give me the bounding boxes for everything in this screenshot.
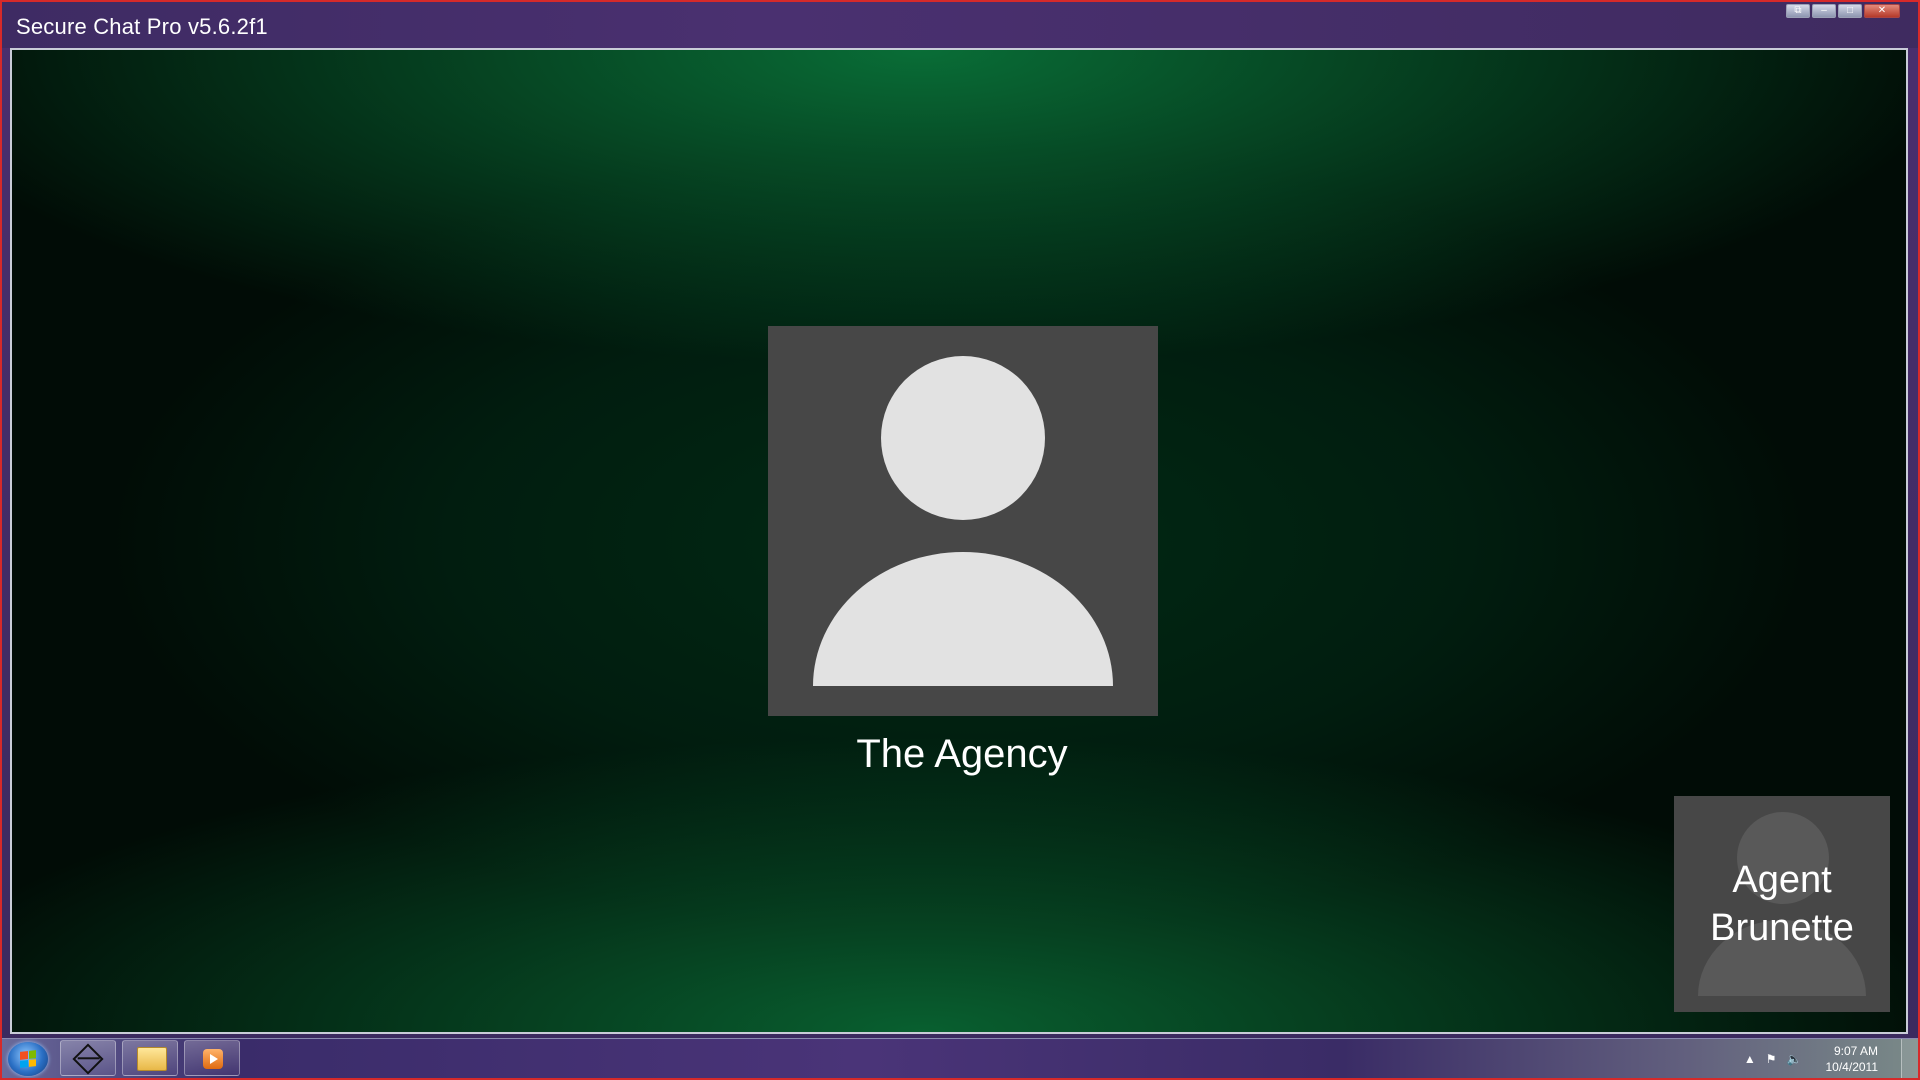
taskbar: ▲ ⚑ 🔈 9:07 AM 10/4/2011 <box>2 1038 1918 1078</box>
taskbar-item-explorer[interactable] <box>122 1040 178 1076</box>
windows-logo-icon <box>20 1050 36 1068</box>
app-window: Secure Chat Pro v5.6.2f1 ⧉ – □ ✕ The Age… <box>2 2 1918 1038</box>
close-button[interactable]: ✕ <box>1864 4 1900 18</box>
window-title: Secure Chat Pro v5.6.2f1 <box>16 14 268 39</box>
window-controls: ⧉ – □ ✕ <box>1786 4 1900 18</box>
person-body-icon <box>813 552 1113 686</box>
desktop-screen: Secure Chat Pro v5.6.2f1 ⧉ – □ ✕ The Age… <box>0 0 1920 1080</box>
start-button[interactable] <box>8 1042 48 1076</box>
restore-button[interactable]: ⧉ <box>1786 4 1810 18</box>
maximize-button[interactable]: □ <box>1838 4 1862 18</box>
clock-date: 10/4/2011 <box>1825 1060 1879 1074</box>
volume-icon[interactable]: 🔈 <box>1787 1052 1802 1066</box>
clock[interactable]: 9:07 AM 10/4/2011 <box>1826 1043 1879 1075</box>
action-center-flag-icon[interactable]: ⚑ <box>1766 1052 1777 1066</box>
remote-contact-name: The Agency <box>856 732 1068 776</box>
play-icon <box>203 1049 223 1069</box>
video-call-area: The Agency Agent Brunette <box>10 48 1908 1034</box>
system-tray: ▲ ⚑ 🔈 9:07 AM 10/4/2011 <box>1744 1041 1878 1077</box>
local-preview-avatar[interactable]: Agent Brunette <box>1674 796 1890 1012</box>
minimize-button[interactable]: – <box>1812 4 1836 18</box>
taskbar-item-secure-chat[interactable] <box>60 1040 116 1076</box>
show-desktop-button[interactable] <box>1901 1039 1918 1078</box>
remote-contact-avatar <box>768 326 1158 716</box>
local-user-name: Agent Brunette <box>1710 859 1854 949</box>
person-head-icon <box>881 356 1045 520</box>
folder-icon <box>137 1047 167 1071</box>
diamond-icon <box>72 1043 104 1075</box>
title-bar[interactable]: Secure Chat Pro v5.6.2f1 ⧉ – □ ✕ <box>2 2 1918 48</box>
show-hidden-icons-button[interactable]: ▲ <box>1744 1052 1756 1066</box>
clock-time: 9:07 AM <box>1833 1044 1878 1058</box>
taskbar-item-media-player[interactable] <box>184 1040 240 1076</box>
